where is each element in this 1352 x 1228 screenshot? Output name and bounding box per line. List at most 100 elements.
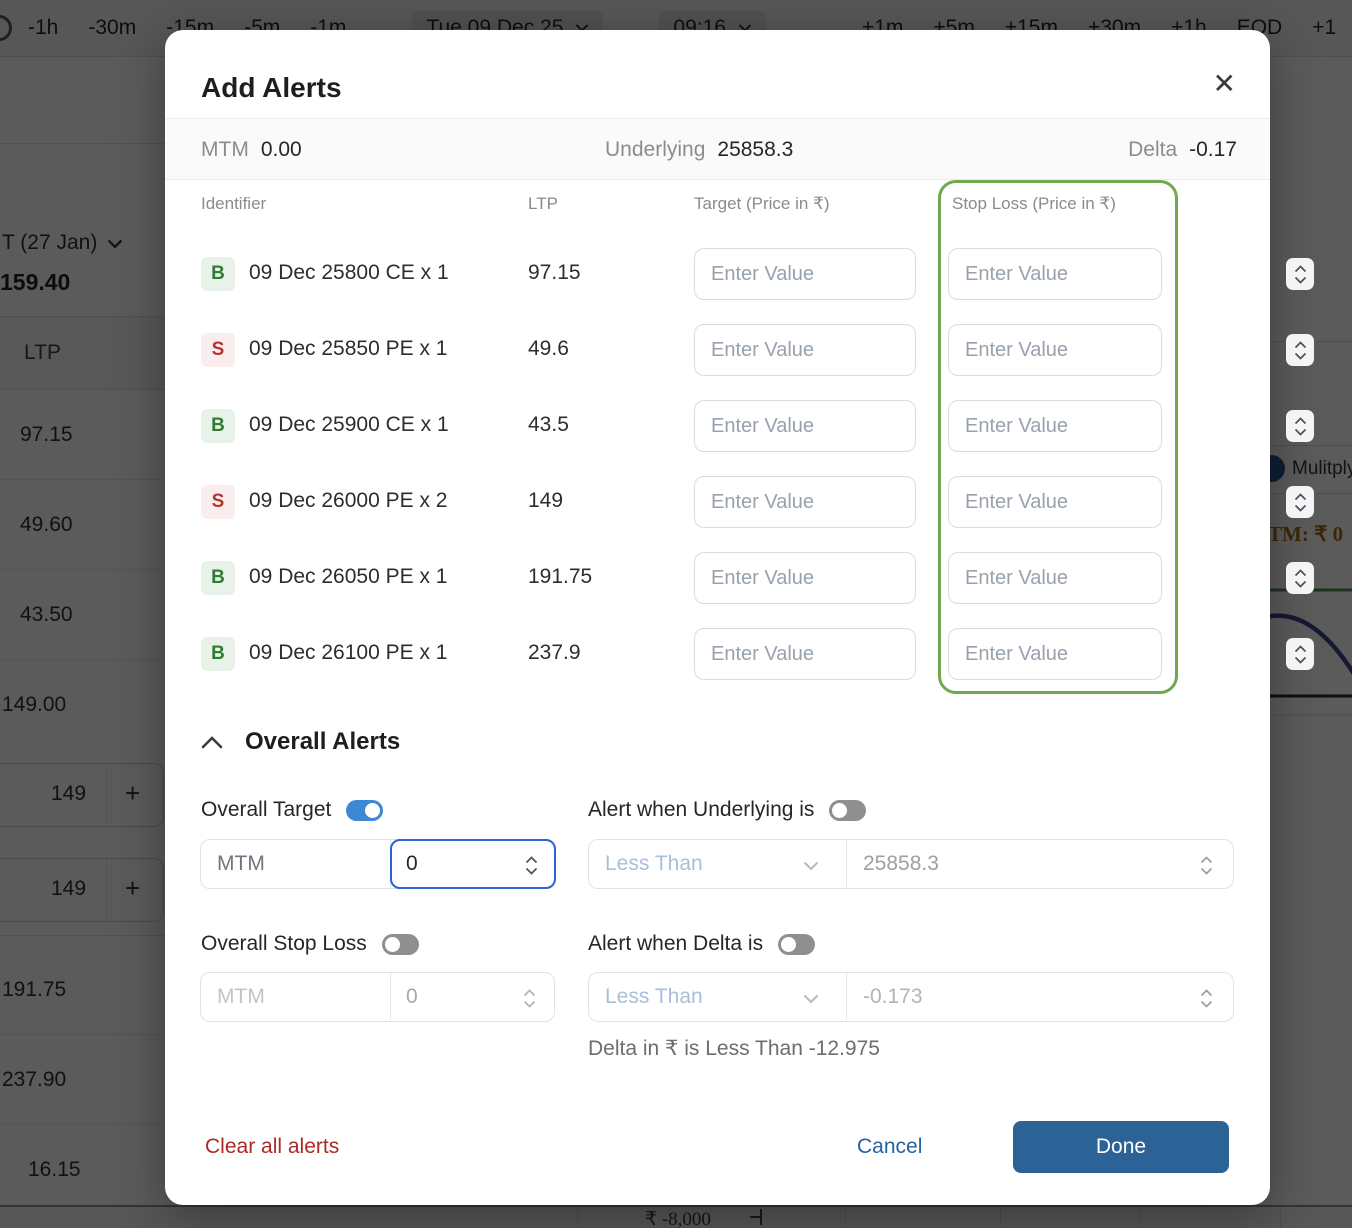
- instrument-name: 09 Dec 25850 PE x 1: [249, 337, 448, 360]
- underlying-alert-input-group: Less Than 25858.3: [588, 839, 1234, 889]
- instrument-name: 09 Dec 26000 PE x 2: [249, 489, 448, 512]
- ltp-value: 49.6: [528, 337, 569, 360]
- delta-helper-text: Delta in ₹ is Less Than -12.975: [588, 1037, 880, 1060]
- underlying-condition-select[interactable]: Less Than: [605, 852, 703, 876]
- delta-alert-label-row: Alert when Delta is: [588, 932, 816, 956]
- delta-stat-label: Delta: [1128, 138, 1178, 161]
- instrument-name: 09 Dec 26050 PE x 1: [249, 565, 448, 588]
- stop-loss-price-input[interactable]: [948, 248, 1162, 300]
- overall-target-value: 0: [406, 851, 418, 875]
- alert-row: S 09 Dec 26000 PE x 2 149: [165, 476, 1314, 528]
- delta-alert-label: Alert when Delta is: [588, 932, 764, 955]
- delta-stat: Delta -0.17: [1128, 119, 1237, 181]
- stepper-icon[interactable]: [1286, 410, 1314, 442]
- overall-target-input-group: MTM 0: [200, 838, 556, 889]
- stop-loss-price-input[interactable]: [948, 628, 1162, 680]
- column-header-identifier: Identifier: [201, 194, 267, 213]
- side-badge: B: [201, 561, 235, 595]
- done-button[interactable]: Done: [1013, 1121, 1229, 1173]
- stoploss-metric-label: MTM: [217, 985, 265, 1008]
- overall-target-value-field[interactable]: 0: [390, 838, 556, 889]
- delta-alert-toggle[interactable]: [778, 933, 816, 955]
- target-price-input[interactable]: [694, 400, 916, 452]
- side-badge: B: [201, 257, 235, 291]
- column-header-stop-loss: Stop Loss (Price in ₹): [952, 194, 1116, 213]
- alert-row: B 09 Dec 26050 PE x 1 191.75: [165, 552, 1314, 604]
- delta-alert-value[interactable]: -0.173: [863, 985, 923, 1009]
- divider: [846, 973, 847, 1020]
- target-price-input[interactable]: [694, 552, 916, 604]
- overall-stoploss-label: Overall Stop Loss: [201, 932, 367, 955]
- alert-row: B 09 Dec 26100 PE x 1 237.9: [165, 628, 1314, 680]
- cancel-button[interactable]: Cancel: [857, 1135, 922, 1159]
- toggle-knob: [781, 936, 797, 952]
- chevron-down-icon: [803, 991, 819, 1004]
- side-badge: B: [201, 409, 235, 443]
- underlying-alert-label-row: Alert when Underlying is: [588, 798, 867, 822]
- clear-all-alerts-button[interactable]: Clear all alerts: [205, 1135, 339, 1159]
- instrument-name: 09 Dec 25900 CE x 1: [249, 413, 449, 436]
- alert-row: S 09 Dec 25850 PE x 1 49.6: [165, 324, 1314, 376]
- divider: [846, 840, 847, 887]
- toggle-knob: [365, 802, 381, 818]
- underlying-stat-value: 25858.3: [717, 138, 794, 161]
- delta-condition-select[interactable]: Less Than: [605, 985, 703, 1009]
- close-icon[interactable]: ✕: [1213, 70, 1236, 98]
- overall-target-label-row: Overall Target: [201, 798, 384, 822]
- target-price-input[interactable]: [694, 324, 916, 376]
- underlying-stat: Underlying 25858.3: [605, 119, 793, 181]
- stop-loss-price-input[interactable]: [948, 476, 1162, 528]
- add-alerts-dialog: Add Alerts ✕ MTM 0.00 Underlying 25858.3…: [165, 30, 1314, 1205]
- stepper-icon[interactable]: [1193, 982, 1219, 1014]
- stop-loss-price-input[interactable]: [948, 552, 1162, 604]
- overall-alerts-title: Overall Alerts: [245, 728, 401, 755]
- toggle-knob: [384, 936, 400, 952]
- stepper-icon[interactable]: [1286, 258, 1314, 290]
- stepper-icon[interactable]: [1193, 849, 1219, 881]
- stepper-icon[interactable]: [1286, 638, 1314, 670]
- overall-stoploss-value[interactable]: 0: [406, 985, 418, 1009]
- ltp-value: 97.15: [528, 261, 581, 284]
- stepper-icon[interactable]: [1286, 486, 1314, 518]
- mtm-stat-value: 0.00: [260, 138, 302, 161]
- underlying-alert-value[interactable]: 25858.3: [863, 852, 939, 876]
- underlying-alert-label: Alert when Underlying is: [588, 798, 815, 821]
- target-price-input[interactable]: [694, 628, 916, 680]
- chevron-down-icon: [803, 858, 819, 871]
- overall-target-toggle[interactable]: [346, 799, 384, 821]
- ltp-value: 149: [528, 489, 564, 512]
- stepper-icon[interactable]: [516, 982, 542, 1014]
- delta-alert-input-group: Less Than -0.173: [588, 972, 1234, 1022]
- stop-loss-price-input[interactable]: [948, 324, 1162, 376]
- stop-loss-price-input[interactable]: [948, 400, 1162, 452]
- mtm-stat-label: MTM: [201, 138, 249, 161]
- overall-alerts-section-header: Overall Alerts: [201, 728, 400, 756]
- delta-stat-value: -0.17: [1189, 138, 1237, 161]
- dialog-title: Add Alerts: [201, 72, 342, 103]
- ltp-value: 43.5: [528, 413, 569, 436]
- overall-target-label: Overall Target: [201, 798, 332, 821]
- target-price-input[interactable]: [694, 476, 916, 528]
- underlying-alert-toggle[interactable]: [829, 799, 867, 821]
- alert-row: B 09 Dec 25900 CE x 1 43.5: [165, 400, 1314, 452]
- overall-stoploss-input-group: MTM 0: [200, 972, 555, 1022]
- toggle-knob: [832, 802, 848, 818]
- underlying-stat-label: Underlying: [605, 138, 706, 161]
- overall-stoploss-toggle[interactable]: [381, 933, 419, 955]
- stepper-icon[interactable]: [1286, 562, 1314, 594]
- stats-bar: MTM 0.00 Underlying 25858.3 Delta -0.17: [165, 118, 1270, 180]
- target-metric-label: MTM: [217, 852, 265, 875]
- target-price-input[interactable]: [694, 248, 916, 300]
- mtm-stat: MTM 0.00: [201, 119, 302, 181]
- ltp-value: 191.75: [528, 565, 593, 588]
- alert-row: B 09 Dec 25800 CE x 1 97.15: [165, 248, 1314, 300]
- side-badge: S: [201, 333, 235, 367]
- stepper-icon[interactable]: [1286, 334, 1314, 366]
- side-badge: B: [201, 637, 235, 671]
- column-header-ltp: LTP: [528, 194, 558, 213]
- chevron-up-icon[interactable]: [201, 735, 223, 749]
- stepper-icon[interactable]: [518, 850, 544, 882]
- instrument-name: 09 Dec 26100 PE x 1: [249, 641, 448, 664]
- divider: [390, 973, 391, 1020]
- column-header-target: Target (Price in ₹): [694, 194, 830, 213]
